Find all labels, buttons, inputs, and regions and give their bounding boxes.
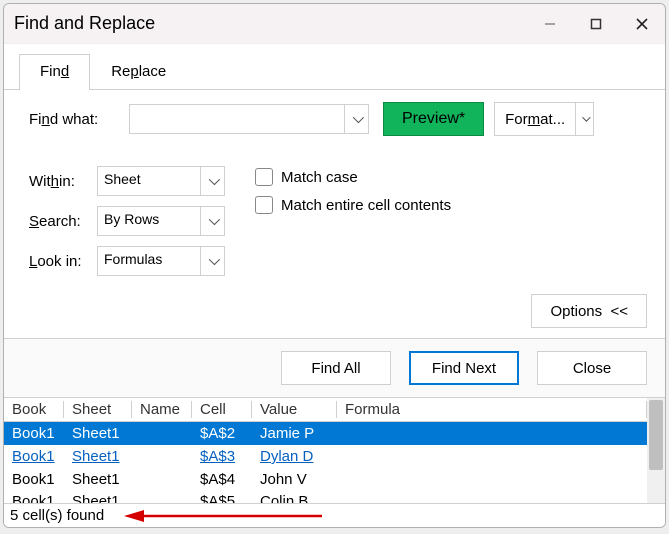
chevron-down-icon bbox=[208, 254, 219, 265]
chevron-down-icon bbox=[208, 174, 219, 185]
match-entire-label: Match entire cell contents bbox=[281, 197, 451, 214]
find-what-row: Find what: Preview* Format... bbox=[29, 102, 647, 136]
chevron-down-icon bbox=[208, 214, 219, 225]
minimize-button[interactable] bbox=[527, 4, 573, 43]
format-button[interactable]: Format... bbox=[494, 102, 594, 136]
cell-sheet: Sheet1 bbox=[64, 425, 132, 442]
find-replace-dialog: Find and Replace Find Replace Find what: bbox=[3, 3, 666, 528]
match-case-row[interactable]: Match case bbox=[255, 168, 451, 186]
window-title: Find and Replace bbox=[14, 13, 527, 34]
col-value[interactable]: Value bbox=[252, 401, 337, 418]
within-label: Within: bbox=[29, 173, 97, 190]
cell-book: Book1 bbox=[4, 425, 64, 442]
within-dropdown[interactable] bbox=[200, 167, 224, 195]
cell-value: Colin B bbox=[252, 493, 337, 503]
within-row: Within: Sheet bbox=[29, 166, 225, 196]
match-case-checkbox[interactable] bbox=[255, 168, 273, 186]
chevron-down-icon bbox=[582, 113, 590, 121]
find-what-label: Find what: bbox=[29, 111, 129, 128]
tab-find[interactable]: Find bbox=[19, 54, 90, 90]
find-what-dropdown[interactable] bbox=[344, 105, 368, 133]
options-button-row: Options << bbox=[29, 294, 647, 328]
cell-sheet: Sheet1 bbox=[64, 471, 132, 488]
look-in-label: Look in: bbox=[29, 253, 97, 270]
scrollbar-thumb[interactable] bbox=[649, 400, 663, 470]
status-bar: 5 cell(s) found bbox=[4, 503, 665, 527]
checks: Match case Match entire cell contents bbox=[255, 166, 451, 276]
match-entire-row[interactable]: Match entire cell contents bbox=[255, 196, 451, 214]
search-row: Search: By Rows bbox=[29, 206, 225, 236]
col-cell[interactable]: Cell bbox=[192, 401, 252, 418]
options-button[interactable]: Options << bbox=[531, 294, 647, 328]
look-in-value: Formulas bbox=[98, 247, 200, 275]
table-row[interactable]: Book1Sheet1 $A$3Dylan D bbox=[4, 445, 647, 468]
cell-cell: $A$2 bbox=[192, 425, 252, 442]
chevron-down-icon bbox=[352, 112, 363, 123]
maximize-button[interactable] bbox=[573, 4, 619, 43]
table-row[interactable]: Book1Sheet1 $A$5Colin B bbox=[4, 491, 647, 503]
within-value: Sheet bbox=[98, 167, 200, 195]
cell-cell: $A$5 bbox=[192, 493, 252, 503]
cell-book: Book1 bbox=[4, 471, 64, 488]
title-bar: Find and Replace bbox=[4, 4, 665, 44]
search-value: By Rows bbox=[98, 207, 200, 235]
preview-button[interactable]: Preview* bbox=[383, 102, 484, 136]
cell-value: Dylan D bbox=[252, 448, 337, 465]
cell-book: Book1 bbox=[4, 493, 64, 503]
form-body: Find what: Preview* Format... Within: Sh… bbox=[4, 90, 665, 339]
results-header: Book Sheet Name Cell Value Formula bbox=[4, 398, 647, 422]
col-book[interactable]: Book bbox=[4, 401, 64, 418]
action-row: Find All Find Next Close bbox=[4, 339, 665, 397]
col-name[interactable]: Name bbox=[132, 401, 192, 418]
search-dropdown[interactable] bbox=[200, 207, 224, 235]
status-text: 5 cell(s) found bbox=[10, 507, 104, 524]
close-window-button[interactable] bbox=[619, 4, 665, 43]
window-controls bbox=[527, 4, 665, 43]
close-button[interactable]: Close bbox=[537, 351, 647, 385]
col-formula[interactable]: Formula bbox=[337, 401, 647, 418]
tab-replace-label: Replace bbox=[111, 63, 166, 80]
tab-find-label: Find bbox=[40, 63, 69, 80]
find-what-value bbox=[130, 105, 344, 133]
table-row[interactable]: Book1Sheet1 $A$2Jamie P bbox=[4, 422, 647, 445]
tab-strip: Find Replace bbox=[4, 54, 665, 90]
format-split-button[interactable] bbox=[575, 103, 593, 135]
cell-cell: $A$4 bbox=[192, 471, 252, 488]
match-case-label: Match case bbox=[281, 169, 358, 186]
options-block: Within: Sheet Search: By Rows Look in: bbox=[29, 166, 647, 276]
col-sheet[interactable]: Sheet bbox=[64, 401, 132, 418]
tab-replace[interactable]: Replace bbox=[90, 54, 187, 90]
cell-book: Book1 bbox=[4, 448, 64, 465]
annotation-arrow bbox=[124, 509, 324, 523]
match-entire-checkbox[interactable] bbox=[255, 196, 273, 214]
format-button-label: Format... bbox=[495, 103, 575, 135]
find-all-button[interactable]: Find All bbox=[281, 351, 391, 385]
results-body: Book1Sheet1$A$2Jamie PBook1Sheet1$A$3Dyl… bbox=[4, 422, 647, 503]
cell-sheet: Sheet1 bbox=[64, 448, 132, 465]
look-in-dropdown[interactable] bbox=[200, 247, 224, 275]
cell-value: Jamie P bbox=[252, 425, 337, 442]
results-scrollbar[interactable] bbox=[647, 398, 665, 503]
find-what-input[interactable] bbox=[129, 104, 369, 134]
table-row[interactable]: Book1Sheet1 $A$4John V bbox=[4, 468, 647, 491]
options-left: Within: Sheet Search: By Rows Look in: bbox=[29, 166, 225, 276]
results-table[interactable]: Book Sheet Name Cell Value Formula Book1… bbox=[4, 398, 647, 503]
find-next-button[interactable]: Find Next bbox=[409, 351, 519, 385]
results-wrap: Book Sheet Name Cell Value Formula Book1… bbox=[4, 397, 665, 503]
look-in-select[interactable]: Formulas bbox=[97, 246, 225, 276]
cell-sheet: Sheet1 bbox=[64, 493, 132, 503]
cell-value: John V bbox=[252, 471, 337, 488]
search-label: Search: bbox=[29, 213, 97, 230]
look-in-row: Look in: Formulas bbox=[29, 246, 225, 276]
search-select[interactable]: By Rows bbox=[97, 206, 225, 236]
cell-cell: $A$3 bbox=[192, 448, 252, 465]
within-select[interactable]: Sheet bbox=[97, 166, 225, 196]
